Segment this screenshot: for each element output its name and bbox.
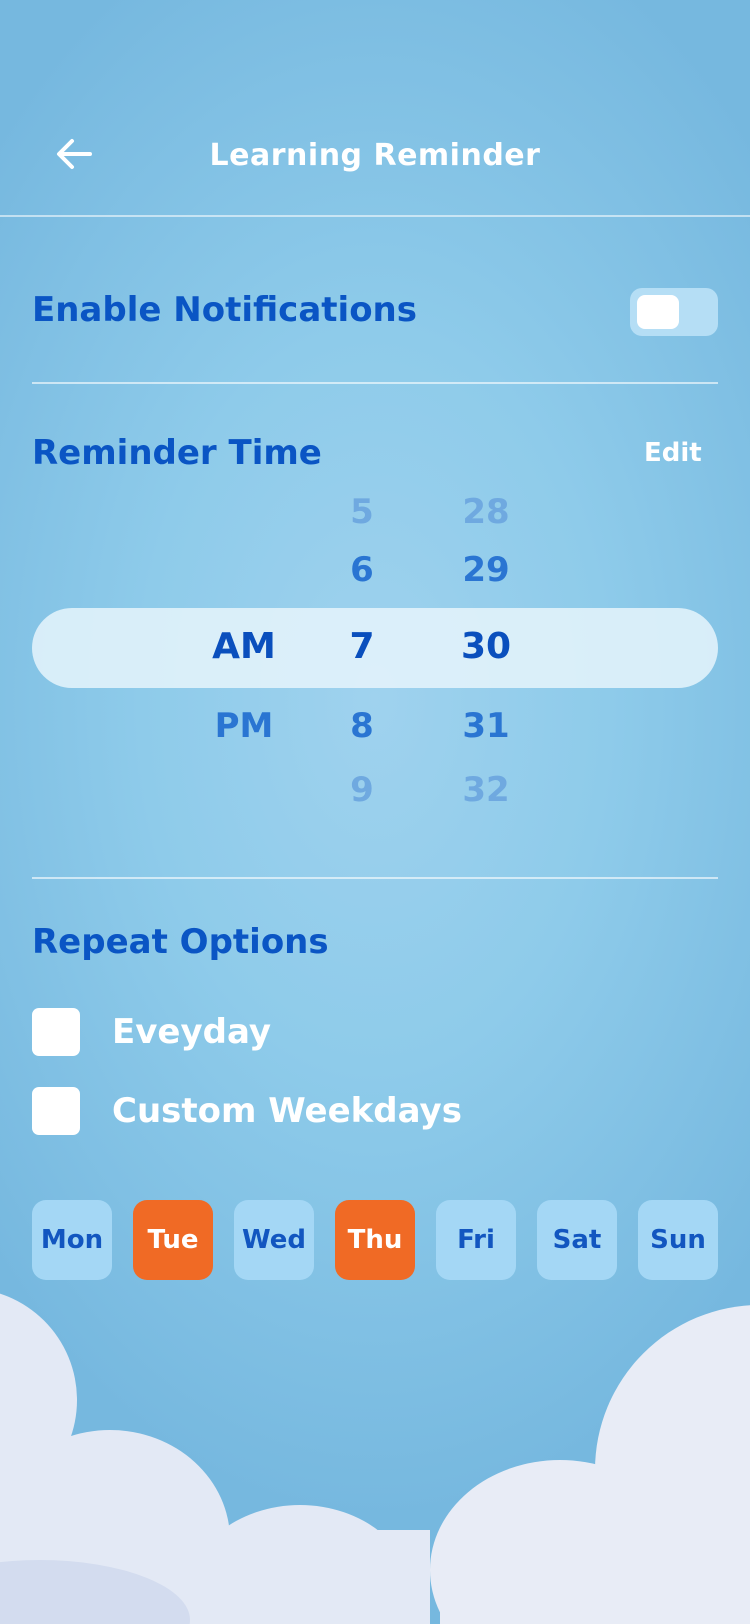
minute-option[interactable]: 32 [446, 770, 526, 810]
day-tue[interactable]: Tue [133, 1200, 213, 1280]
hour-option[interactable]: 5 [332, 492, 392, 532]
hour-option[interactable]: 6 [332, 550, 392, 590]
minute-option[interactable]: 31 [446, 706, 526, 746]
day-sun[interactable]: Sun [638, 1200, 718, 1280]
minute-selected[interactable]: 30 [446, 626, 526, 667]
enable-notifications-label: Enable Notifications [32, 290, 417, 330]
app-header: Learning Reminder [0, 0, 750, 217]
divider [32, 877, 718, 879]
everyday-label[interactable]: Eveyday [112, 1012, 271, 1052]
custom-weekdays-label[interactable]: Custom Weekdays [112, 1091, 462, 1131]
period-am[interactable]: AM [204, 626, 284, 667]
day-fri[interactable]: Fri [436, 1200, 516, 1280]
day-thu[interactable]: Thu [335, 1200, 415, 1280]
day-mon[interactable]: Mon [32, 1200, 112, 1280]
divider [32, 382, 718, 384]
repeat-options-label: Repeat Options [32, 922, 329, 962]
notifications-toggle[interactable] [630, 288, 718, 336]
day-sat[interactable]: Sat [537, 1200, 617, 1280]
period-pm[interactable]: PM [204, 706, 284, 746]
hour-option[interactable]: 9 [332, 770, 392, 810]
minute-option[interactable]: 29 [446, 550, 526, 590]
edit-time-button[interactable]: Edit [644, 438, 702, 468]
hour-option[interactable]: 8 [332, 706, 392, 746]
custom-weekdays-checkbox[interactable] [32, 1087, 80, 1135]
hour-selected[interactable]: 7 [332, 626, 392, 667]
minute-option[interactable]: 28 [446, 492, 526, 532]
page-title: Learning Reminder [209, 138, 541, 173]
reminder-time-label: Reminder Time [32, 433, 322, 473]
toggle-knob [637, 295, 679, 329]
everyday-checkbox[interactable] [32, 1008, 80, 1056]
day-wed[interactable]: Wed [234, 1200, 314, 1280]
clouds-illustration [0, 1293, 750, 1624]
